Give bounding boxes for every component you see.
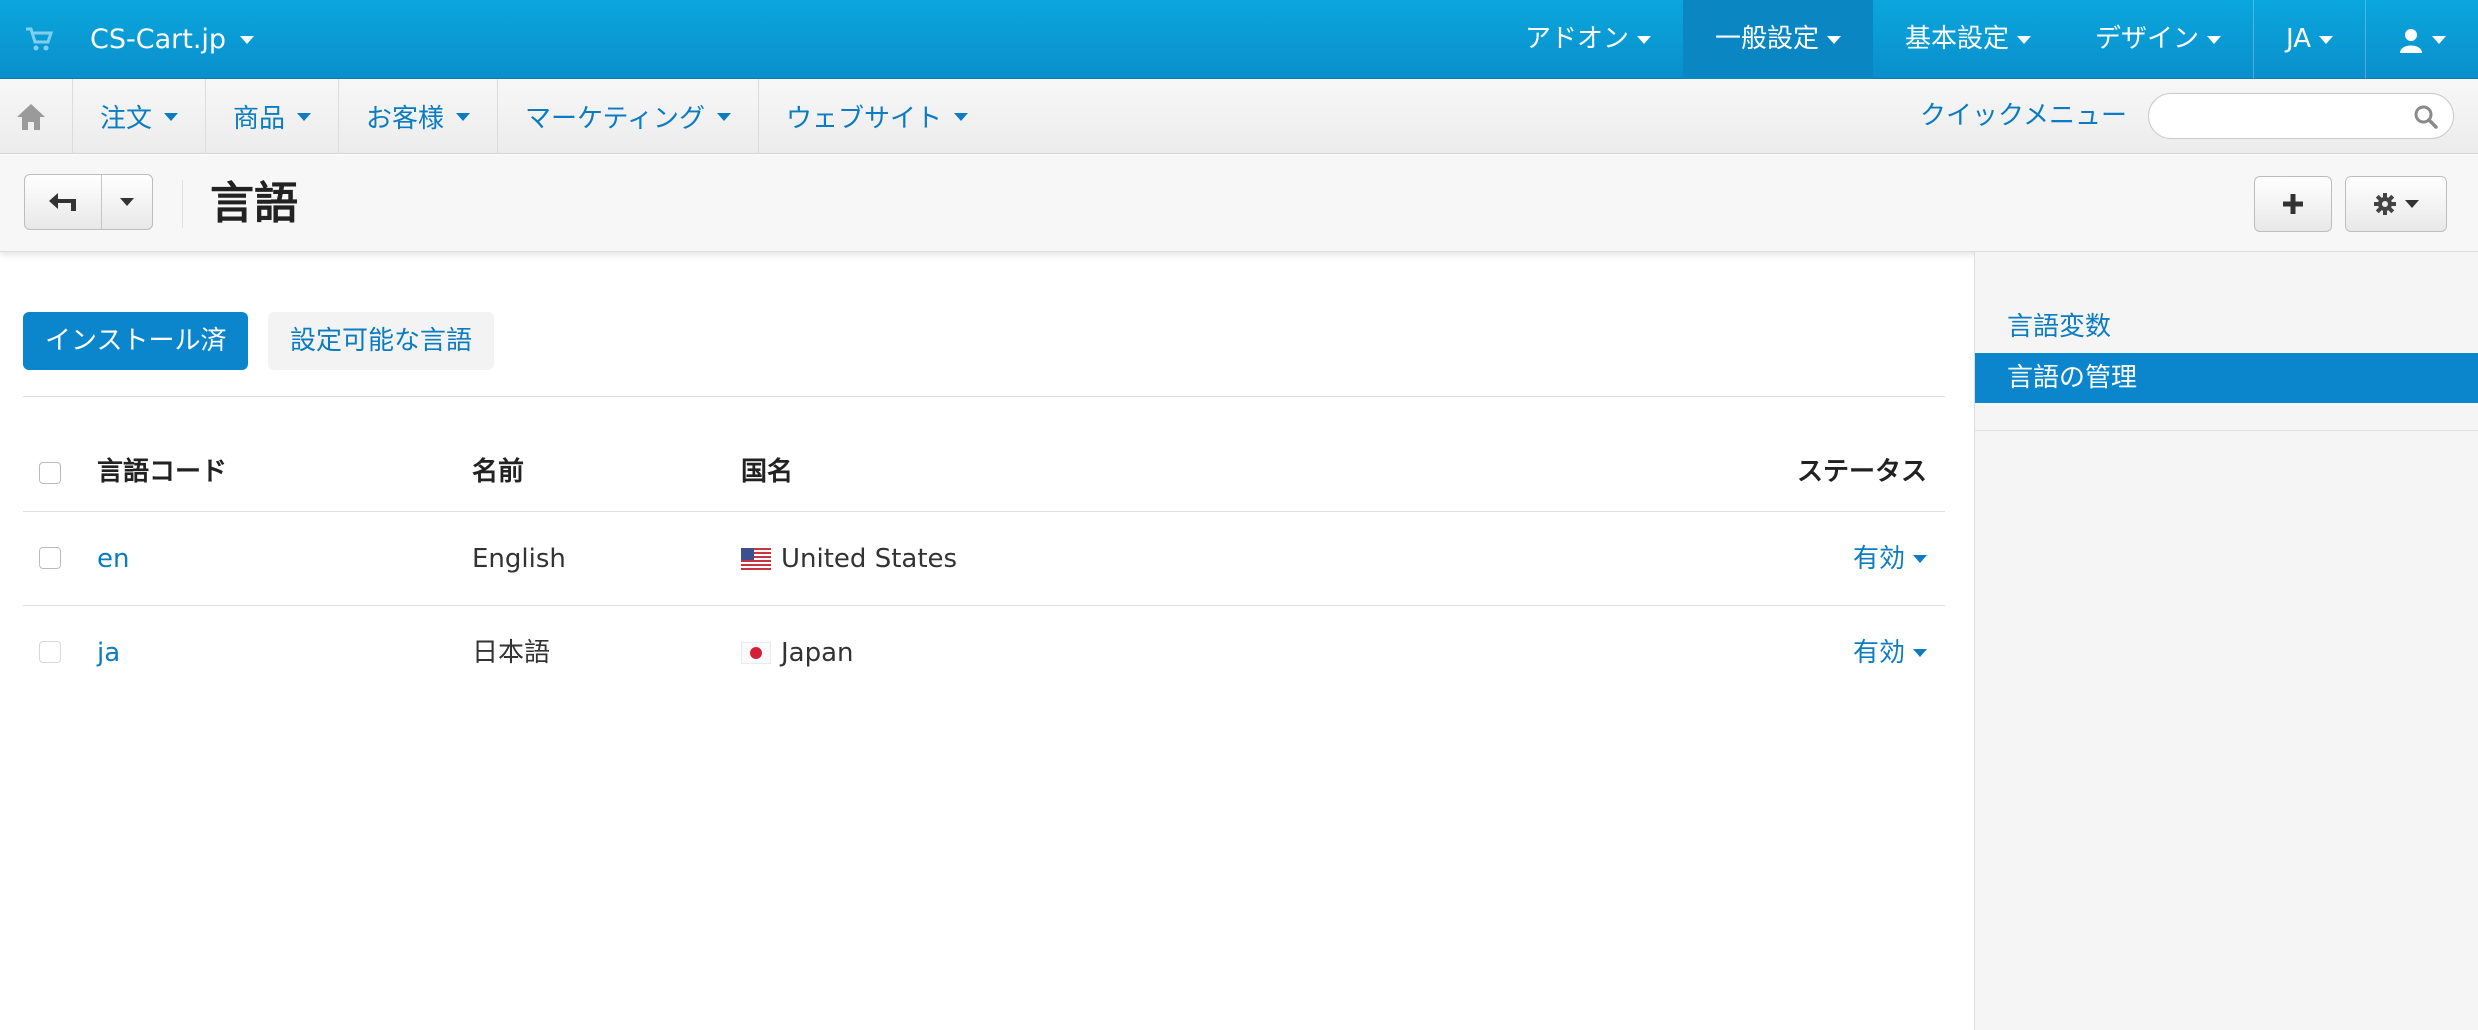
sidebar-divider	[1975, 430, 2478, 431]
nav-label: お客様	[366, 104, 445, 134]
top-nav-design[interactable]: デザイン	[2063, 0, 2253, 79]
top-nav-label: 一般設定	[1714, 24, 1819, 54]
top-nav-general-settings[interactable]: 一般設定	[1682, 0, 1873, 79]
nav-label: 注文	[100, 104, 153, 134]
chevron-down-icon	[2319, 35, 2333, 44]
settings-dropdown-button[interactable]	[2345, 176, 2447, 232]
top-bar: CS-Cart.jp アドオン 一般設定 基本設定 デザイン JA	[0, 0, 2478, 79]
top-nav-label: 基本設定	[1904, 24, 2009, 54]
store-selector[interactable]: CS-Cart.jp	[90, 0, 255, 79]
table-header-row: 言語コード 名前 国名 ステータス	[23, 432, 1945, 512]
nav-orders[interactable]: 注文	[72, 79, 207, 154]
gear-icon	[2374, 193, 2396, 215]
nav-customers[interactable]: お客様	[339, 79, 499, 154]
sidebar-item-language-variables[interactable]: 言語変数	[1975, 302, 2478, 352]
language-name: English	[472, 544, 566, 574]
column-header-status[interactable]: ステータス	[1797, 432, 1927, 512]
main-content: インストール済 設定可能な言語 言語コード 名前 国名 ステータス en Eng…	[0, 252, 1974, 1030]
plus-icon	[2283, 194, 2303, 214]
back-button-group	[24, 174, 153, 230]
top-nav-basic-settings[interactable]: 基本設定	[1873, 0, 2063, 79]
chevron-down-icon	[2207, 35, 2221, 44]
tabs-divider	[23, 396, 1945, 397]
nav-website[interactable]: ウェブサイト	[759, 79, 995, 154]
chevron-down-icon	[953, 112, 968, 121]
chevron-down-icon	[297, 112, 312, 121]
language-selector[interactable]: JA	[2253, 0, 2365, 79]
chevron-down-icon	[164, 112, 179, 121]
chevron-down-icon	[120, 198, 134, 206]
status-dropdown[interactable]: 有効	[1853, 512, 1927, 606]
top-nav-label: デザイン	[2094, 24, 2199, 54]
status-dropdown[interactable]: 有効	[1853, 606, 1927, 700]
page-toolbar: 言語	[0, 155, 2478, 252]
chevron-down-icon	[2432, 35, 2446, 44]
tab-available-languages[interactable]: 設定可能な言語	[268, 312, 495, 370]
row-checkbox[interactable]	[39, 547, 61, 569]
back-button[interactable]	[25, 175, 102, 229]
search-input[interactable]	[2148, 93, 2454, 139]
shopping-cart-icon[interactable]	[24, 24, 54, 54]
column-header-country[interactable]: 国名	[741, 432, 793, 512]
country-name: United States	[781, 544, 958, 574]
tab-installed[interactable]: インストール済	[23, 312, 249, 370]
status-label: 有効	[1852, 544, 1905, 574]
search-icon[interactable]	[2413, 104, 2439, 130]
top-nav-label: アドオン	[1524, 24, 1629, 54]
page-title: 言語	[210, 178, 298, 229]
user-menu[interactable]	[2365, 0, 2478, 79]
brand-name: CS-Cart.jp	[90, 24, 227, 55]
select-all-checkbox[interactable]	[39, 462, 61, 484]
nav-marketing[interactable]: マーケティング	[498, 79, 759, 154]
nav-label: ウェブサイト	[785, 104, 942, 134]
country-name: Japan	[781, 638, 854, 668]
nav-label: マーケティング	[525, 104, 705, 134]
top-nav: アドオン 一般設定 基本設定 デザイン JA	[1493, 0, 2478, 79]
sidebar-item-manage-languages[interactable]: 言語の管理	[1975, 353, 2478, 403]
table-row: ja 日本語 Japan 有効	[23, 606, 1945, 700]
language-code-link[interactable]: en	[97, 512, 129, 606]
chevron-down-icon	[2405, 200, 2419, 208]
column-header-code[interactable]: 言語コード	[97, 432, 227, 512]
main-nav-bar: 注文 商品 お客様 マーケティング ウェブサイト クイックメニュー	[0, 79, 2478, 154]
chevron-down-icon	[1913, 649, 1927, 657]
row-checkbox[interactable]	[39, 641, 61, 663]
top-nav-addons[interactable]: アドオン	[1493, 0, 1683, 79]
chevron-down-icon	[456, 112, 471, 121]
quick-menu-link[interactable]: クイックメニュー	[1920, 79, 2127, 154]
toolbar-divider	[182, 180, 183, 228]
us-flag-icon	[741, 548, 771, 570]
chevron-down-icon	[1913, 555, 1927, 563]
chevron-down-icon	[1636, 35, 1651, 44]
chevron-down-icon	[716, 112, 731, 121]
home-icon[interactable]	[14, 101, 48, 133]
chevron-down-icon	[2016, 35, 2031, 44]
language-name: 日本語	[472, 638, 551, 668]
table-row: en English United States 有効	[23, 512, 1945, 606]
jp-flag-icon	[741, 642, 771, 664]
chevron-down-icon	[240, 35, 255, 44]
language-code-link[interactable]: ja	[97, 606, 120, 700]
top-nav-label: JA	[2286, 24, 2311, 54]
sidebar: 言語変数 言語の管理	[1974, 252, 2478, 1030]
add-language-button[interactable]	[2254, 176, 2332, 232]
main-nav: 注文 商品 お客様 マーケティング ウェブサイト	[72, 79, 995, 154]
language-country: United States	[741, 512, 957, 606]
back-dropdown-button[interactable]	[102, 175, 152, 229]
column-header-name[interactable]: 名前	[472, 432, 524, 512]
chevron-down-icon	[1826, 35, 1841, 44]
nav-label: 商品	[233, 104, 286, 134]
languages-table: 言語コード 名前 国名 ステータス en English United Stat…	[23, 432, 1945, 700]
back-arrow-icon	[49, 193, 76, 211]
nav-products[interactable]: 商品	[206, 79, 340, 154]
status-label: 有効	[1852, 638, 1905, 668]
language-country: Japan	[741, 606, 854, 700]
user-icon	[2400, 28, 2422, 53]
